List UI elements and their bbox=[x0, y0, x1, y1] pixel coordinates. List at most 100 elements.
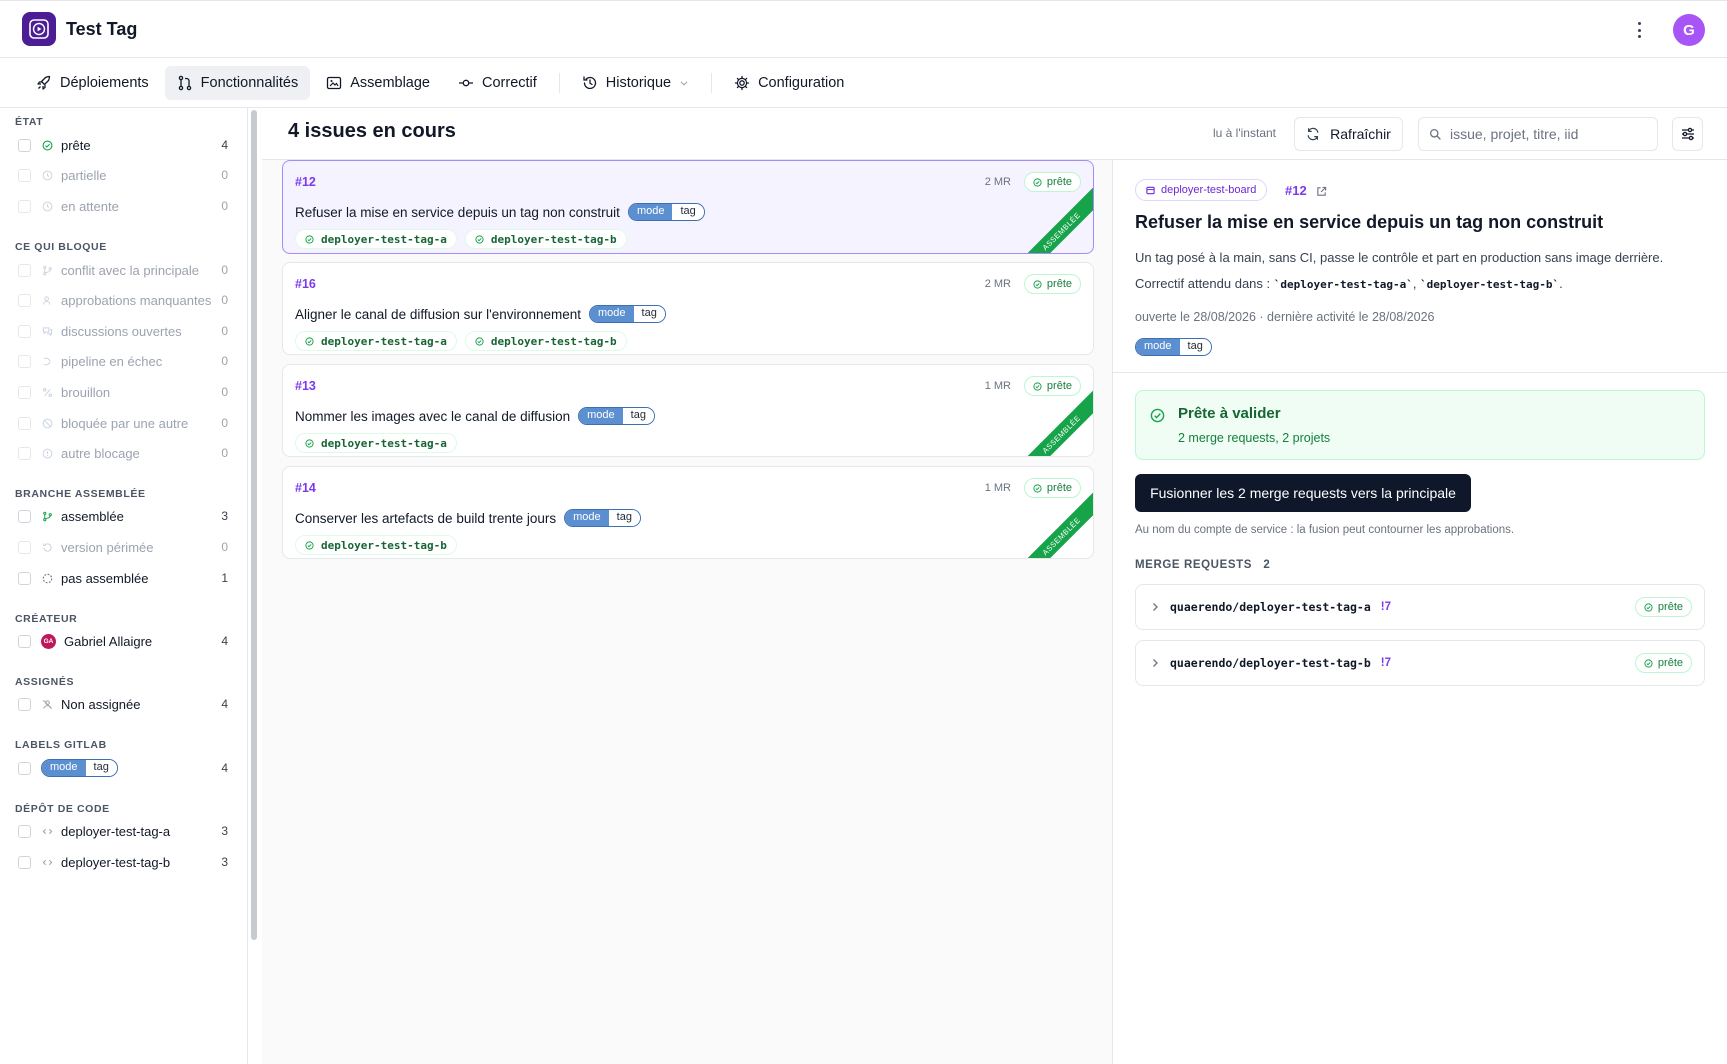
filter-checkbox[interactable] bbox=[18, 138, 31, 152]
filter-settings-button[interactable] bbox=[1672, 117, 1703, 151]
issue-title-row: Aligner le canal de diffusion sur l'envi… bbox=[295, 305, 666, 323]
search-box[interactable] bbox=[1418, 117, 1658, 151]
issue-card[interactable]: #13 1 MR prête Nommer les images avec le… bbox=[282, 364, 1094, 457]
sidebar-scrollbar[interactable] bbox=[251, 110, 257, 940]
mr-count: 2 MR bbox=[984, 278, 1011, 290]
search-input[interactable] bbox=[1450, 126, 1650, 142]
tab-deploiements[interactable]: Déploiements bbox=[24, 66, 161, 100]
merge-request-row[interactable]: quaerendo/deployer-test-tag-a !7 prête bbox=[1135, 584, 1705, 630]
filter-checkbox[interactable] bbox=[18, 540, 31, 554]
tab-historique[interactable]: Historique bbox=[570, 66, 701, 100]
repo-chip[interactable]: deployer-test-tag-a bbox=[295, 331, 457, 351]
ready-subtitle: 2 merge requests, 2 projets bbox=[1178, 431, 1331, 445]
tab-configuration[interactable]: Configuration bbox=[722, 66, 856, 100]
merge-all-button[interactable]: Fusionner les 2 merge requests vers la p… bbox=[1135, 474, 1471, 512]
filter-checkbox[interactable] bbox=[18, 168, 31, 182]
repo-chip[interactable]: deployer-test-tag-b bbox=[464, 229, 627, 249]
ready-title: Prête à valider bbox=[1178, 405, 1281, 422]
filter-option[interactable]: prête 4 bbox=[18, 134, 228, 156]
filter-group-heading: BRANCHE ASSEMBLÉE bbox=[15, 488, 146, 500]
issue-card[interactable]: #12 2 MR prête Refuser la mise en servic… bbox=[282, 160, 1094, 254]
filter-checkbox[interactable] bbox=[18, 324, 31, 338]
filter-option[interactable]: en attente 0 bbox=[18, 195, 228, 217]
filter-checkbox[interactable] bbox=[18, 293, 31, 307]
filter-checkbox[interactable] bbox=[18, 855, 31, 869]
filter-checkbox[interactable] bbox=[18, 761, 31, 775]
filter-checkbox[interactable] bbox=[18, 509, 31, 523]
mr-iid[interactable]: !7 bbox=[1381, 657, 1391, 669]
filter-option[interactable]: deployer-test-tag-b 3 bbox=[18, 851, 228, 873]
chevron-down-icon bbox=[680, 80, 688, 86]
repo-name: deployer-test-tag-a bbox=[321, 232, 447, 246]
issue-title: Refuser la mise en service depuis un tag… bbox=[295, 204, 620, 220]
filter-option[interactable]: bloquée par une autre 0 bbox=[18, 412, 228, 434]
mr-iid[interactable]: !7 bbox=[1381, 601, 1391, 613]
filter-option[interactable]: discussions ouvertes 0 bbox=[18, 320, 228, 342]
filter-option[interactable]: mode tag 4 bbox=[18, 757, 228, 779]
detail-label[interactable]: mode tag bbox=[1135, 338, 1212, 357]
filter-checkbox[interactable] bbox=[18, 416, 31, 430]
issue-label[interactable]: mode tag bbox=[578, 407, 655, 425]
filter-checkbox[interactable] bbox=[18, 824, 31, 838]
filter-option[interactable]: pas assemblée 1 bbox=[18, 567, 228, 589]
refresh-button[interactable]: Rafraîchir bbox=[1294, 117, 1403, 151]
detail-issue-number[interactable]: #12 bbox=[1285, 183, 1307, 198]
filter-option[interactable]: conflit avec la principale 0 bbox=[18, 259, 228, 281]
filter-checkbox[interactable] bbox=[18, 571, 31, 585]
repo-list: deployer-test-tag-a deployer-test-tag-b bbox=[295, 229, 627, 249]
app-logo[interactable] bbox=[22, 12, 56, 46]
more-menu-icon[interactable] bbox=[1629, 19, 1649, 41]
divider bbox=[1112, 372, 1727, 373]
external-link-icon[interactable] bbox=[1316, 184, 1327, 200]
filter-option[interactable]: brouillon 0 bbox=[18, 381, 228, 403]
tab-assemblage[interactable]: Assemblage bbox=[314, 66, 442, 100]
label-key: mode bbox=[590, 306, 634, 322]
draft-icon bbox=[41, 386, 53, 398]
status-label: prête bbox=[1046, 380, 1072, 392]
filter-option[interactable]: Non assignée 4 bbox=[18, 693, 228, 715]
repo-chip[interactable]: deployer-test-tag-b bbox=[464, 331, 627, 351]
tab-label: Historique bbox=[605, 74, 672, 91]
filter-option[interactable]: assemblée 3 bbox=[18, 505, 228, 527]
issue-label[interactable]: mode tag bbox=[589, 305, 666, 323]
merge-request-row[interactable]: quaerendo/deployer-test-tag-b !7 prête bbox=[1135, 640, 1705, 686]
tab-correctif[interactable]: Correctif bbox=[446, 66, 549, 100]
filter-checkbox[interactable] bbox=[18, 199, 31, 213]
mr-count: 1 MR bbox=[984, 482, 1011, 494]
git-pull-request-icon bbox=[178, 75, 191, 90]
issue-label[interactable]: mode tag bbox=[627, 203, 705, 221]
tab-fonctionnalites[interactable]: Fonctionnalités bbox=[164, 65, 311, 100]
filter-label: pipeline en échec bbox=[61, 353, 163, 369]
block-icon bbox=[41, 417, 53, 429]
repo-chip[interactable]: deployer-test-tag-a bbox=[295, 433, 457, 453]
filter-label: partielle bbox=[61, 167, 107, 183]
filter-group-heading: ÉTAT bbox=[15, 116, 44, 128]
repo-chip[interactable]: deployer-test-tag-b bbox=[295, 535, 457, 555]
filter-option[interactable]: deployer-test-tag-a 3 bbox=[18, 820, 228, 842]
filter-option[interactable]: pipeline en échec 0 bbox=[18, 350, 228, 372]
fix-repo-a: `deployer-test-tag-a` bbox=[1273, 278, 1413, 291]
filter-option[interactable]: version périmée 0 bbox=[18, 536, 228, 558]
filter-checkbox[interactable] bbox=[18, 354, 31, 368]
filter-option[interactable]: partielle 0 bbox=[18, 164, 228, 186]
issue-card[interactable]: #16 2 MR prête Aligner le canal de diffu… bbox=[282, 262, 1094, 355]
filter-count: 4 bbox=[221, 634, 228, 648]
chevron-right-icon[interactable] bbox=[1150, 602, 1160, 612]
filter-checkbox[interactable] bbox=[18, 446, 31, 460]
filter-option[interactable]: GA Gabriel Allaigre 4 bbox=[18, 630, 228, 652]
filter-option[interactable]: approbations manquantes 0 bbox=[18, 289, 228, 311]
filter-checkbox[interactable] bbox=[18, 263, 31, 277]
status-badge: prête bbox=[1023, 274, 1081, 294]
filter-option[interactable]: autre blocage 0 bbox=[18, 442, 228, 464]
filter-checkbox[interactable] bbox=[18, 697, 31, 711]
board-badge[interactable]: deployer-test-board bbox=[1135, 179, 1268, 201]
issue-card[interactable]: #14 1 MR prête Conserver les artefacts d… bbox=[282, 466, 1094, 559]
issue-label[interactable]: mode tag bbox=[564, 509, 641, 527]
filter-checkbox[interactable] bbox=[18, 385, 31, 399]
label-key: mode bbox=[1136, 339, 1180, 356]
mr-heading-label: MERGE REQUESTS bbox=[1135, 559, 1253, 571]
chevron-right-icon[interactable] bbox=[1150, 658, 1160, 668]
user-avatar[interactable]: G bbox=[1673, 14, 1705, 46]
repo-chip[interactable]: deployer-test-tag-a bbox=[295, 229, 457, 249]
filter-checkbox[interactable] bbox=[18, 634, 31, 648]
